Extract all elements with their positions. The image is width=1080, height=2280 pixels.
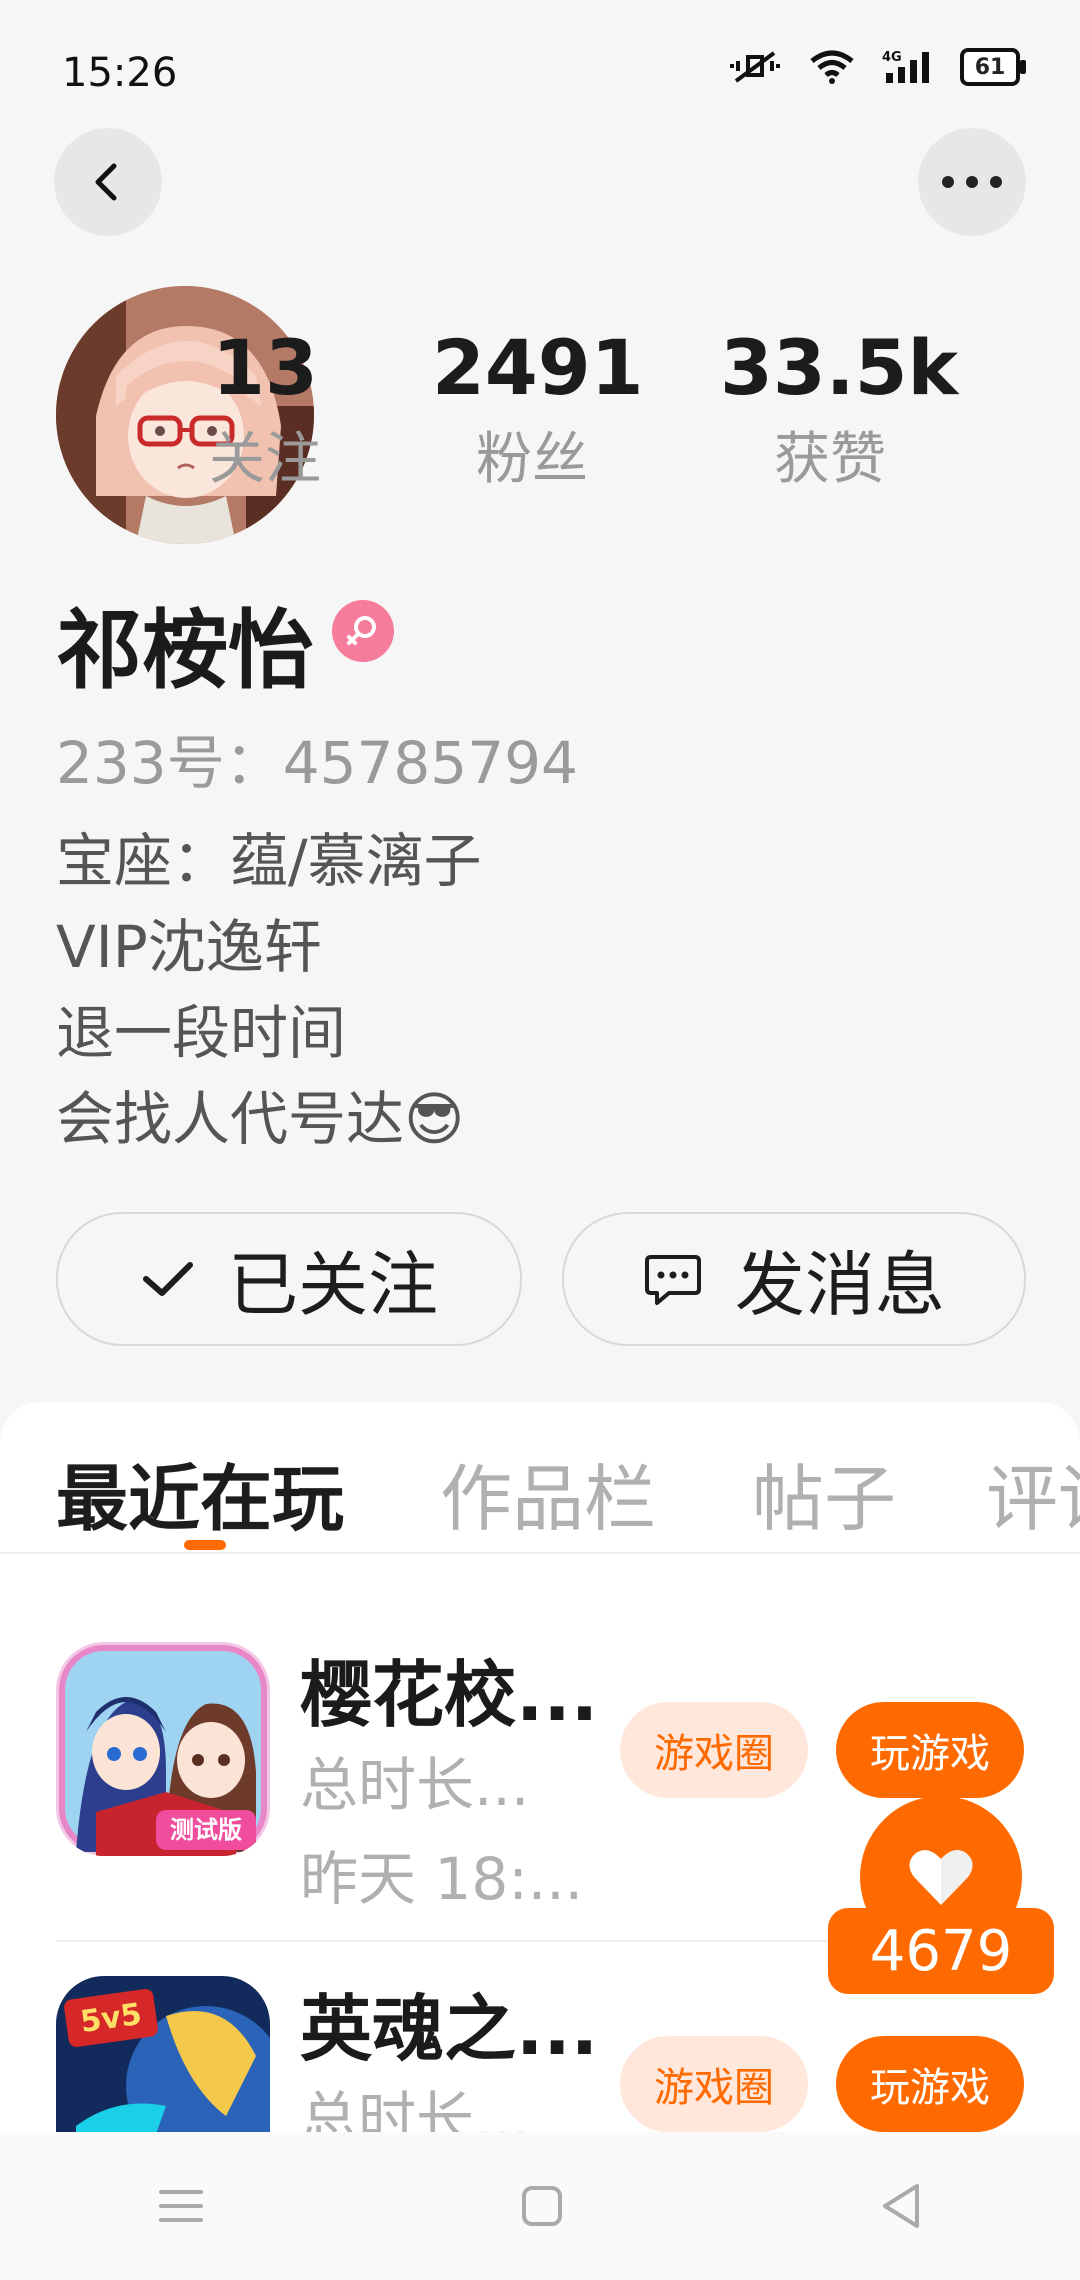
tab-bar: 最近在玩 作品栏 帖子 评论 bbox=[0, 1402, 1080, 1554]
more-icon bbox=[942, 176, 1002, 188]
bio-line: VIP沈逸轩 bbox=[56, 913, 322, 981]
more-button[interactable] bbox=[918, 128, 1026, 236]
system-nav-bar bbox=[0, 2132, 1080, 2280]
back-nav-icon[interactable] bbox=[879, 2182, 923, 2230]
chat-icon bbox=[645, 1255, 701, 1305]
check-icon bbox=[143, 1262, 193, 1296]
username: 祁桉怡 bbox=[56, 601, 314, 701]
message-button[interactable]: 发消息 bbox=[562, 1212, 1026, 1346]
game-item[interactable]: 5v5 英魂之... 总时长... 游戏圈 玩游戏 bbox=[56, 1976, 1056, 2132]
tab-comments[interactable]: 评论 bbox=[986, 1440, 1080, 1545]
bio: 宝座：蕴/慕漓子 VIP沈逸轩 退一段时间 会找人代号达😎 bbox=[56, 818, 482, 1162]
mute-vibrate-icon bbox=[730, 51, 780, 83]
likes-label: 获赞 bbox=[774, 427, 886, 492]
game-icon: 5v5 bbox=[56, 1976, 270, 2132]
stat-likes: 33.5k 获赞 bbox=[720, 323, 959, 492]
following-label: 关注 bbox=[209, 427, 321, 492]
like-count: 4679 bbox=[828, 1908, 1054, 1994]
menu-icon[interactable] bbox=[157, 2186, 205, 2226]
following-button[interactable]: 已关注 bbox=[56, 1212, 522, 1346]
stat-following[interactable]: 13 关注 bbox=[180, 330, 350, 488]
message-button-label: 发消息 bbox=[735, 1243, 945, 1326]
tab-posts[interactable]: 帖子 bbox=[752, 1440, 896, 1545]
play-game-button[interactable]: 玩游戏 bbox=[836, 2036, 1024, 2132]
fans-count: 2491 bbox=[432, 323, 644, 412]
signal-4g-icon: 4G bbox=[882, 50, 929, 83]
status-icons: 4G 61 bbox=[728, 48, 1026, 86]
game-icon: 测试版 bbox=[56, 1642, 270, 1856]
game-last-played: 昨天 18:... bbox=[300, 1845, 584, 1913]
stat-fans[interactable]: 2491 粉丝 bbox=[432, 323, 644, 492]
bio-line: 宝座：蕴/慕漓子 bbox=[56, 827, 482, 895]
user-id: 233号：45785794 bbox=[56, 729, 578, 797]
wifi-icon bbox=[810, 50, 854, 84]
play-game-button[interactable]: 玩游戏 bbox=[836, 1702, 1024, 1798]
status-time: 15:26 bbox=[62, 50, 178, 96]
back-button[interactable] bbox=[54, 128, 162, 236]
game-name: 樱花校... bbox=[300, 1653, 599, 1737]
game-total-time: 总时长... bbox=[300, 1751, 530, 1819]
bio-line: 会找人代号达😎 bbox=[56, 1085, 465, 1153]
following-count: 13 bbox=[212, 323, 318, 412]
tab-recently-played[interactable]: 最近在玩 bbox=[56, 1440, 344, 1545]
game-circle-button[interactable]: 游戏圈 bbox=[620, 1702, 808, 1798]
battery-icon: 61 bbox=[960, 48, 1026, 86]
gender-female-icon bbox=[332, 600, 394, 662]
status-bar: 15:26 4G 61 bbox=[0, 0, 1080, 140]
svg-text:4G: 4G bbox=[882, 50, 902, 65]
battery-level: 61 bbox=[974, 54, 1006, 80]
tab-indicator bbox=[184, 1540, 226, 1550]
fans-label: 粉丝 bbox=[476, 427, 588, 492]
home-icon[interactable] bbox=[520, 2184, 564, 2228]
game-total-time: 总时长... bbox=[300, 2085, 530, 2132]
game-circle-button[interactable]: 游戏圈 bbox=[620, 2036, 808, 2132]
following-button-label: 已关注 bbox=[228, 1243, 438, 1326]
chevron-left-icon bbox=[95, 163, 117, 201]
game-name: 英魂之... bbox=[300, 1987, 599, 2071]
tab-works[interactable]: 作品栏 bbox=[440, 1440, 656, 1545]
game-badge-text: 测试版 bbox=[170, 1816, 242, 1844]
content-panel: 最近在玩 作品栏 帖子 评论 测试版 樱花校... 总时长... bbox=[0, 1402, 1080, 2132]
likes-count: 33.5k bbox=[720, 323, 959, 412]
heart-icon bbox=[909, 1850, 973, 1905]
bio-line: 退一段时间 bbox=[56, 999, 347, 1067]
